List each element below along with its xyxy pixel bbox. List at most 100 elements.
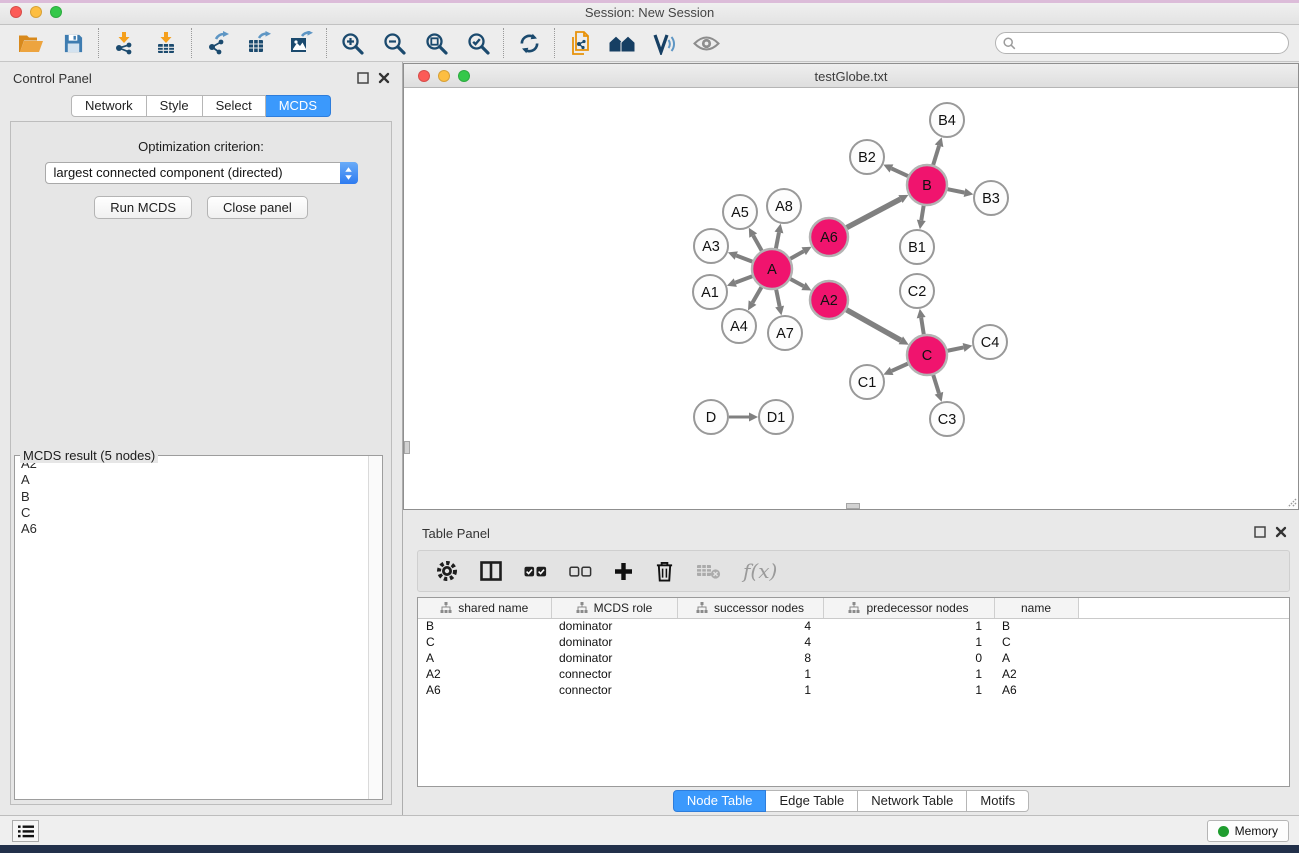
zoom-in-icon[interactable] <box>331 27 373 59</box>
network-node-B3[interactable]: B3 <box>974 181 1008 215</box>
save-session-icon[interactable] <box>52 27 94 59</box>
mcds-result-item[interactable]: A6 <box>15 521 382 537</box>
tab-mcds[interactable]: MCDS <box>266 95 331 117</box>
table-row[interactable]: Bdominator41B <box>418 618 1289 634</box>
network-edge-A-A4[interactable] <box>753 287 762 302</box>
split-columns-icon[interactable] <box>480 561 502 581</box>
zoom-selected-icon[interactable] <box>457 27 499 59</box>
zoom-out-icon[interactable] <box>373 27 415 59</box>
open-session-icon[interactable] <box>10 27 52 59</box>
column-header-shared-name[interactable]: shared name <box>418 598 551 618</box>
network-node-A6[interactable]: A6 <box>810 218 848 256</box>
network-node-A4[interactable]: A4 <box>722 309 756 343</box>
table-tab-node-table[interactable]: Node Table <box>673 790 767 812</box>
network-node-A1[interactable]: A1 <box>693 275 727 309</box>
import-network-icon[interactable] <box>103 27 145 59</box>
network-node-A3[interactable]: A3 <box>694 229 728 263</box>
network-window-titlebar[interactable]: testGlobe.txt <box>404 64 1298 88</box>
network-edge-C-C1[interactable] <box>892 364 908 371</box>
network-node-D1[interactable]: D1 <box>759 400 793 434</box>
column-header-successor-nodes[interactable]: successor nodes <box>677 598 823 618</box>
network-edge-A-A1[interactable] <box>735 276 752 282</box>
network-edge-A-A8[interactable] <box>776 233 779 249</box>
mcds-result-item[interactable]: C <box>15 505 382 521</box>
export-table-icon[interactable] <box>238 27 280 59</box>
import-table-icon[interactable] <box>145 27 187 59</box>
network-edge-C-C4[interactable] <box>948 347 964 350</box>
function-builder-icon[interactable]: f(x) <box>743 559 777 583</box>
column-header-MCDS-role[interactable]: MCDS role <box>551 598 677 618</box>
network-node-B4[interactable]: B4 <box>930 103 964 137</box>
column-header-predecessor-nodes[interactable]: predecessor nodes <box>823 598 994 618</box>
optimization-criterion-dropdown[interactable]: largest connected component (directed) <box>45 162 358 184</box>
tab-style[interactable]: Style <box>147 95 203 117</box>
network-edge-A-A3[interactable] <box>736 256 752 262</box>
network-node-D[interactable]: D <box>694 400 728 434</box>
search-input[interactable] <box>1020 36 1288 50</box>
close-panel-button[interactable]: Close panel <box>207 196 308 219</box>
home-icon[interactable] <box>601 27 643 59</box>
table-tab-edge-table[interactable]: Edge Table <box>766 790 858 812</box>
network-node-A7[interactable]: A7 <box>768 316 802 350</box>
network-node-B1[interactable]: B1 <box>900 230 934 264</box>
network-edge-A-A6[interactable] <box>790 251 803 259</box>
mcds-result-item[interactable]: B <box>15 489 382 505</box>
network-node-C4[interactable]: C4 <box>973 325 1007 359</box>
mcds-result-item[interactable]: A <box>15 472 382 488</box>
refresh-icon[interactable] <box>508 27 550 59</box>
table-row[interactable]: Cdominator41C <box>418 634 1289 650</box>
network-edge-C-C2[interactable] <box>921 318 924 335</box>
splitter-handle-bottom[interactable] <box>846 503 860 509</box>
network-canvas[interactable]: B4 B2 B B3 A8 A5 A6 A3 B1 A A1 C2 A2 A4 A7 C4 C C1 C3 D D1 <box>404 88 1298 509</box>
run-mcds-button[interactable]: Run MCDS <box>94 196 192 219</box>
close-panel-icon[interactable] <box>378 72 390 84</box>
tab-network[interactable]: Network <box>71 95 147 117</box>
close-table-panel-icon[interactable] <box>1275 526 1287 538</box>
export-network-icon[interactable] <box>196 27 238 59</box>
table-settings-gear-icon[interactable] <box>436 560 458 582</box>
network-edge-B-B1[interactable] <box>921 206 923 221</box>
column-header-name[interactable]: name <box>994 598 1078 618</box>
network-node-C3[interactable]: C3 <box>930 402 964 436</box>
task-history-button[interactable] <box>12 820 39 842</box>
delete-table-icon[interactable] <box>696 562 721 580</box>
memory-button[interactable]: Memory <box>1207 820 1289 842</box>
network-edge-B-B4[interactable] <box>933 146 939 165</box>
network-node-C2[interactable]: C2 <box>900 274 934 308</box>
table-tab-motifs[interactable]: Motifs <box>967 790 1029 812</box>
network-node-B[interactable]: B <box>907 165 947 205</box>
network-edge-B-B3[interactable] <box>948 189 965 192</box>
network-edge-A2-C[interactable] <box>846 310 900 341</box>
float-table-panel-icon[interactable] <box>1254 526 1266 538</box>
network-node-A2[interactable]: A2 <box>810 281 848 319</box>
network-node-C[interactable]: C <box>907 335 947 375</box>
select-all-columns-icon[interactable] <box>524 566 547 577</box>
copy-network-icon[interactable] <box>559 27 601 59</box>
float-panel-icon[interactable] <box>357 72 369 84</box>
network-node-A5[interactable]: A5 <box>723 195 757 229</box>
zoom-fit-icon[interactable] <box>415 27 457 59</box>
deselect-all-columns-icon[interactable] <box>569 566 592 577</box>
network-edge-A6-B[interactable] <box>847 199 901 228</box>
table-row[interactable]: A2connector11A2 <box>418 666 1289 682</box>
network-edge-A-A5[interactable] <box>753 236 762 251</box>
network-edge-C-C3[interactable] <box>933 375 939 393</box>
table-tab-network-table[interactable]: Network Table <box>858 790 967 812</box>
network-node-B2[interactable]: B2 <box>850 140 884 174</box>
tab-select[interactable]: Select <box>203 95 266 117</box>
splitter-handle-left[interactable] <box>404 441 410 454</box>
table-row[interactable]: A6connector11A6 <box>418 682 1289 698</box>
network-node-A[interactable]: A <box>752 249 792 289</box>
hide-details-eye-icon[interactable] <box>685 27 727 59</box>
show-graphics-details-icon[interactable] <box>643 27 685 59</box>
network-node-A8[interactable]: A8 <box>767 189 801 223</box>
resize-grip-icon[interactable] <box>1285 496 1297 508</box>
mcds-result-scrollbar[interactable] <box>368 456 382 799</box>
search-field[interactable] <box>995 32 1289 54</box>
network-edge-A-A2[interactable] <box>790 279 803 286</box>
export-image-icon[interactable] <box>280 27 322 59</box>
network-node-C1[interactable]: C1 <box>850 365 884 399</box>
network-edge-A-A7[interactable] <box>776 290 779 307</box>
add-column-icon[interactable] <box>614 562 633 581</box>
table-row[interactable]: Adominator80A <box>418 650 1289 666</box>
